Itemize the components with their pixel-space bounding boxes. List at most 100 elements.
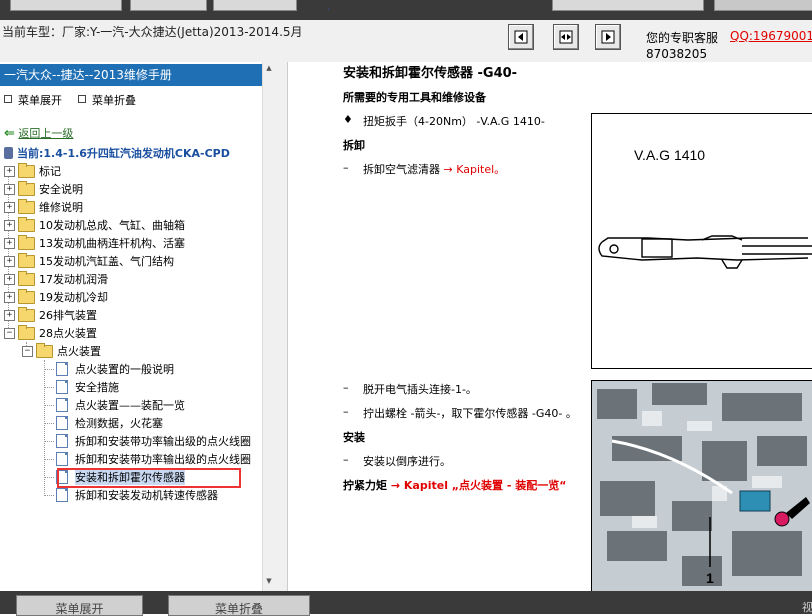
bottom-expand-button[interactable]: 菜单展开 bbox=[16, 595, 143, 616]
torque-kapitel-link[interactable]: → Kapitel „点火装置 - 装配一览“ bbox=[391, 479, 567, 492]
current-section-label: 当前:1.4-1.6升四缸汽油发动机CKA-CPD bbox=[17, 147, 230, 160]
callout-number: 1 bbox=[706, 570, 714, 586]
folder-icon bbox=[18, 270, 35, 286]
tree-chapter-expanded[interactable]: − 28点火装置 bbox=[4, 324, 97, 342]
plus-icon: + bbox=[4, 219, 15, 231]
tree-chapter[interactable]: +13发动机曲柄连杆机构、活塞 bbox=[4, 234, 185, 252]
tree-subfolder[interactable]: − 点火装置 bbox=[22, 342, 101, 360]
service-qq-link[interactable]: QQ:1967900117 bbox=[730, 29, 812, 43]
top-button-3[interactable] bbox=[213, 0, 297, 11]
minus-icon: − bbox=[22, 345, 33, 357]
tree-doc[interactable]: 安全措施 bbox=[56, 378, 119, 396]
minus-icon: − bbox=[4, 327, 15, 339]
document-scrollbar[interactable] bbox=[275, 62, 288, 591]
chapter-label: 13发动机曲柄连杆机构、活塞 bbox=[39, 237, 185, 250]
subfolder-label: 点火装置 bbox=[57, 345, 101, 358]
chapter-label: 15发动机汽缸盖、气门结构 bbox=[39, 255, 174, 268]
current-section: 当前:1.4-1.6升四缸汽油发动机CKA-CPD bbox=[4, 145, 230, 161]
plus-icon: + bbox=[4, 291, 15, 303]
document-icon bbox=[56, 362, 68, 376]
doc-label: 点火装置——装配一览 bbox=[75, 399, 185, 412]
back-arrow-icon: ⇐ bbox=[4, 126, 15, 141]
plus-icon: + bbox=[4, 309, 15, 321]
expand-icon bbox=[4, 95, 12, 103]
collapse-all-label: 菜单折叠 bbox=[92, 94, 136, 107]
tree-chapter[interactable]: +17发动机润滑 bbox=[4, 270, 108, 288]
back-label: 返回上一级 bbox=[18, 127, 74, 140]
folder-icon bbox=[18, 234, 35, 250]
back-link[interactable]: ⇐ 返回上一级 bbox=[4, 125, 73, 141]
top-button-5[interactable] bbox=[714, 0, 812, 11]
car-model-label: 当前车型：厂家:Y-一汽-大众捷达(Jetta)2013-2014.5月 bbox=[2, 25, 303, 39]
top-button-4[interactable] bbox=[552, 0, 704, 11]
tree-doc[interactable]: 拆卸和安装发动机转速传感器 bbox=[56, 486, 218, 504]
service-label: 您的专职客服 bbox=[646, 31, 719, 45]
expand-all-label: 菜单展开 bbox=[18, 94, 62, 107]
tree-chapter[interactable]: +10发动机总成、气缸、曲轴箱 bbox=[4, 216, 185, 234]
tree-doc[interactable]: 拆卸和安装带功率输出级的点火线圈 bbox=[56, 432, 251, 450]
document-icon bbox=[56, 452, 68, 466]
document-icon bbox=[56, 434, 68, 448]
folder-icon bbox=[18, 180, 35, 196]
fit-width-icon bbox=[559, 30, 573, 44]
step-4: 安装以倒序进行。 bbox=[363, 455, 451, 468]
scroll-up-icon[interactable]: ▲ bbox=[264, 64, 274, 74]
kapitel-link[interactable]: → Kapitel。 bbox=[444, 163, 506, 176]
step-dash: – bbox=[343, 381, 349, 394]
step-dash: – bbox=[343, 453, 349, 466]
tool-item: 扭矩扳手（4-20Nm） -V.A.G 1410- bbox=[363, 115, 545, 128]
sidebar-scrollbar[interactable]: ▲ ▼ bbox=[262, 62, 275, 591]
folder-icon bbox=[18, 216, 35, 232]
folder-icon bbox=[18, 162, 35, 178]
document-icon bbox=[56, 380, 68, 394]
plus-icon: + bbox=[4, 255, 15, 267]
top-dot: . bbox=[327, 3, 330, 13]
sidebar: 一汽大众--捷达--2013维修手册 菜单展开 菜单折叠 ⇐ 返回上一级 当前:… bbox=[0, 62, 275, 591]
collapse-icon bbox=[78, 95, 86, 103]
scroll-down-icon[interactable]: ▼ bbox=[264, 577, 274, 587]
folder-icon bbox=[18, 288, 35, 304]
step-2: 脱开电气插头连接-1-。 bbox=[363, 383, 477, 396]
tree-chapter[interactable]: +26排气装置 bbox=[4, 306, 97, 324]
fit-page-button[interactable] bbox=[553, 24, 579, 50]
chapter-label: 10发动机总成、气缸、曲轴箱 bbox=[39, 219, 185, 232]
tree-chapter[interactable]: +19发动机冷却 bbox=[4, 288, 108, 306]
torque-line: 拧紧力矩 → Kapitel „点火装置 - 装配一览“ bbox=[343, 477, 566, 493]
next-page-button[interactable] bbox=[595, 24, 621, 50]
expand-all-link[interactable]: 菜单展开 bbox=[4, 92, 62, 108]
remove-heading: 拆卸 bbox=[343, 139, 365, 152]
collapse-all-link[interactable]: 菜单折叠 bbox=[78, 92, 136, 108]
top-bar: . bbox=[0, 0, 812, 20]
bottom-collapse-button[interactable]: 菜单折叠 bbox=[168, 595, 310, 616]
tree-chapter[interactable]: + 维修说明 bbox=[4, 198, 83, 216]
folder-open-icon bbox=[18, 324, 35, 340]
chapter-label: 安全说明 bbox=[39, 183, 83, 196]
tree-chapter[interactable]: +15发动机汽缸盖、气门结构 bbox=[4, 252, 174, 270]
chapter-label: 标记 bbox=[39, 165, 61, 178]
prev-page-button[interactable] bbox=[508, 24, 534, 50]
tree-chapter[interactable]: + 安全说明 bbox=[4, 180, 83, 198]
step-dash: – bbox=[343, 405, 349, 418]
service-phone: 87038205 bbox=[646, 47, 708, 61]
selection-highlight-box bbox=[57, 468, 241, 488]
arrow-right-icon bbox=[601, 30, 615, 44]
doc-label: 点火装置的一般说明 bbox=[75, 363, 174, 376]
top-button-2[interactable] bbox=[130, 0, 207, 11]
plus-icon: + bbox=[4, 201, 15, 213]
tree-doc[interactable]: 点火装置的一般说明 bbox=[56, 360, 174, 378]
top-button-1[interactable] bbox=[10, 0, 122, 11]
tree-doc[interactable]: 拆卸和安装带功率输出级的点火线圈 bbox=[56, 450, 251, 468]
document-icon bbox=[56, 398, 68, 412]
engine-sensor-figure: 1 bbox=[591, 380, 812, 592]
chapter-label: 维修说明 bbox=[39, 201, 83, 214]
tree-doc[interactable]: 检测数据，火花塞 bbox=[56, 414, 163, 432]
folder-icon bbox=[18, 306, 35, 322]
plus-icon: + bbox=[4, 237, 15, 249]
folder-icon bbox=[18, 252, 35, 268]
torque-wrench-drawing bbox=[598, 235, 812, 269]
plus-icon: + bbox=[4, 165, 15, 177]
step-3: 拧出螺栓 -箭头-，取下霍尔传感器 -G40- 。 bbox=[363, 407, 577, 420]
tree-chapter[interactable]: + 标记 bbox=[4, 162, 61, 180]
folder-open-icon bbox=[36, 342, 53, 358]
tree-doc[interactable]: 点火装置——装配一览 bbox=[56, 396, 185, 414]
